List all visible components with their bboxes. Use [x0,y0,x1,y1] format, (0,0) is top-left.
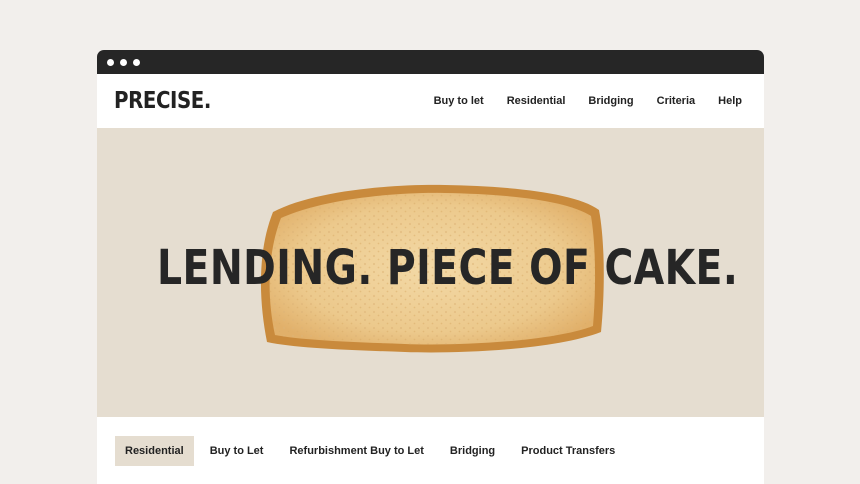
nav-item-criteria[interactable]: Criteria [657,95,696,107]
nav-item-help[interactable]: Help [718,95,742,107]
window-titlebar [97,50,764,74]
site-header: PRECISE. Buy to let Residential Bridging… [97,74,764,128]
window-dot-icon [107,58,114,66]
main-nav: Buy to let Residential Bridging Criteria… [411,95,742,107]
window-dot-icon [133,58,140,66]
browser-window: PRECISE. Buy to let Residential Bridging… [97,50,764,484]
nav-item-buy-to-let[interactable]: Buy to let [434,95,484,107]
tab-residential[interactable]: Residential [115,435,194,466]
window-dot-icon [120,58,127,66]
nav-item-residential[interactable]: Residential [507,95,566,107]
product-tabs: Residential Buy to Let Refurbishment Buy… [97,417,764,484]
tab-product-transfers[interactable]: Product Transfers [511,436,625,466]
hero-banner: LENDING. PIECE OF CAKE. [97,128,764,417]
hero-headline: LENDING. PIECE OF CAKE. [157,240,739,296]
nav-item-bridging[interactable]: Bridging [588,95,633,107]
tab-refurbishment-buy-to-let[interactable]: Refurbishment Buy to Let [279,436,433,466]
brand-logo[interactable]: PRECISE. [114,88,211,114]
tab-bridging[interactable]: Bridging [440,436,505,466]
tab-buy-to-let[interactable]: Buy to Let [200,436,274,466]
